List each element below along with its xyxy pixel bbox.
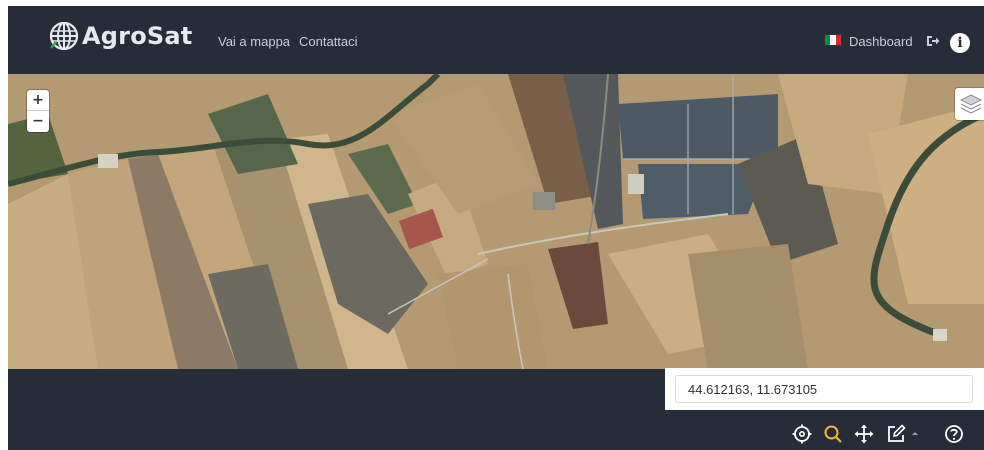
- brand-name: AgroSat: [82, 22, 193, 50]
- move-icon[interactable]: [854, 424, 874, 444]
- nav-link-dashboard[interactable]: Dashboard: [849, 34, 913, 49]
- satellite-imagery: [8, 74, 984, 369]
- help-icon[interactable]: [944, 424, 964, 444]
- layers-icon: [960, 94, 982, 114]
- zoom-in-button[interactable]: +: [27, 90, 49, 111]
- info-icon[interactable]: i: [950, 33, 970, 53]
- nav-link-contact[interactable]: Contattaci: [299, 34, 358, 49]
- italy-flag-icon[interactable]: [824, 34, 842, 46]
- layers-button[interactable]: [955, 88, 984, 120]
- app-frame: AgroSat Vai a mappa Contattaci Dashboard…: [8, 6, 984, 450]
- coordinate-panel: [665, 368, 984, 410]
- crosshair-icon[interactable]: [792, 424, 812, 444]
- edit-icon[interactable]: [886, 424, 906, 444]
- zoom-out-button[interactable]: −: [27, 111, 49, 132]
- top-navbar: AgroSat Vai a mappa Contattaci Dashboard…: [8, 6, 984, 74]
- coordinate-input[interactable]: [675, 375, 973, 403]
- satellite-map[interactable]: + −: [8, 74, 984, 369]
- zoom-control: + −: [27, 90, 49, 132]
- search-icon[interactable]: [823, 424, 843, 444]
- caret-up-icon[interactable]: [910, 424, 920, 444]
- logout-icon[interactable]: [926, 35, 940, 47]
- globe-icon: [49, 21, 79, 51]
- brand-logo[interactable]: AgroSat: [48, 20, 192, 52]
- nav-link-map[interactable]: Vai a mappa: [218, 34, 290, 49]
